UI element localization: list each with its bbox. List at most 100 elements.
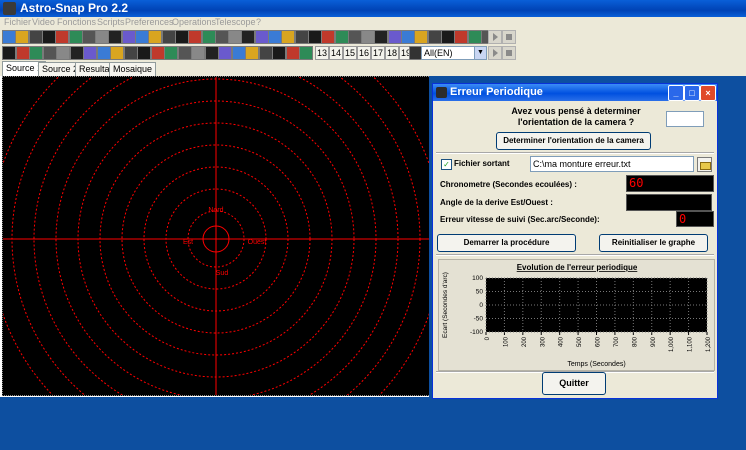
chevron-down-icon[interactable]: ▼ <box>474 46 487 60</box>
toolbar-tool-icon[interactable] <box>56 46 70 60</box>
reset-graph-button[interactable]: Reinitialiser le graphe <box>599 234 708 252</box>
toolbar-tool-icon[interactable] <box>414 30 429 44</box>
menu-telescope[interactable]: Telescope <box>215 17 256 27</box>
stop-button[interactable] <box>502 30 516 44</box>
play-button[interactable] <box>488 30 502 44</box>
toolbar-tool-icon[interactable] <box>69 46 84 60</box>
toolbar-tool-icon[interactable] <box>361 30 376 44</box>
toolbar-tool-icon[interactable] <box>137 46 151 60</box>
toolbar-tool-icon[interactable] <box>83 46 97 60</box>
toolbar-tool-icon[interactable] <box>135 30 149 44</box>
menu-help[interactable]: ? <box>256 17 261 27</box>
periodic-error-chart-panel: Evolution de l'erreur periodique 0 100 200 3… <box>438 259 715 371</box>
toolbar-tool-icon[interactable] <box>254 30 269 44</box>
output-file-field[interactable]: C:\ma monture erreur.txt <box>530 156 694 172</box>
toolbar-tool-icon[interactable] <box>15 46 30 60</box>
app-title-bar: Astro-Snap Pro 2.2 <box>0 0 746 17</box>
menu-operations[interactable]: Operations <box>172 17 216 27</box>
orientation-value-field[interactable] <box>666 111 704 127</box>
toolbar-tool-icon[interactable] <box>245 46 259 60</box>
toolbar-tool-icon[interactable] <box>164 46 178 60</box>
toolbar-button-14[interactable]: 14 <box>329 46 343 60</box>
toolbar-tool-icon[interactable] <box>2 30 16 44</box>
toolbar-tool-icon[interactable] <box>177 46 192 60</box>
toolbar-tool-icon[interactable] <box>285 46 300 60</box>
toolbar-tool-icon[interactable] <box>108 30 123 44</box>
y-axis-label: Ecart (Secondes d'arc) <box>442 272 449 338</box>
toolbar-tool-icon[interactable] <box>321 30 336 44</box>
toolbar-tool-icon[interactable] <box>161 30 176 44</box>
close-icon[interactable]: × <box>700 85 716 101</box>
toolbar-tool-icon[interactable] <box>218 46 232 60</box>
quit-button[interactable]: Quitter <box>542 372 606 395</box>
toolbar-tool-icon[interactable] <box>214 30 229 44</box>
menu-video[interactable]: Video <box>32 17 55 27</box>
toolbar-tool-icon[interactable] <box>334 30 349 44</box>
tab-mosaique[interactable]: Mosaique <box>109 62 157 76</box>
toolbar-tool-icon[interactable] <box>387 30 402 44</box>
stop-button[interactable] <box>502 46 516 60</box>
toolbar-tool-icon[interactable] <box>81 30 96 44</box>
toolbar-button-18[interactable]: 18 <box>385 46 399 60</box>
folder-open-icon[interactable] <box>697 157 712 172</box>
toolbar-tool-icon[interactable] <box>467 30 482 44</box>
maximize-icon[interactable]: □ <box>684 85 700 101</box>
toolbar-tool-icon[interactable] <box>241 30 256 44</box>
toolbar-tool-icon[interactable] <box>307 30 322 44</box>
toolbar-tool-icon[interactable] <box>299 46 313 60</box>
x-axis-label: Temps (Secondes) <box>567 361 625 368</box>
toolbar-tool-icon[interactable] <box>374 30 389 44</box>
toolbar-tool-icon[interactable] <box>55 30 70 44</box>
play-button[interactable] <box>488 46 502 60</box>
toolbar-tool-icon[interactable] <box>427 30 442 44</box>
menu-fonctions[interactable]: Fonctions <box>57 17 96 27</box>
toolbar-tool-icon[interactable] <box>258 46 273 60</box>
minimize-icon[interactable]: _ <box>668 85 684 101</box>
y-tick-label: 0 <box>479 302 483 309</box>
toolbar-tool-icon[interactable] <box>41 30 56 44</box>
toolbar-tool-icon[interactable] <box>95 30 110 44</box>
toolbar-button-17[interactable]: 17 <box>371 46 385 60</box>
toolbar-tool-icon[interactable] <box>188 30 203 44</box>
start-procedure-button[interactable]: Demarrer la procédure <box>437 234 576 252</box>
toolbar-tool-icon[interactable] <box>96 46 111 60</box>
toolbar-tool-icon[interactable] <box>121 30 136 44</box>
toolbar-tool-icon[interactable] <box>454 30 469 44</box>
determine-orientation-button[interactable]: Determiner l'orientation de la camera <box>496 132 651 150</box>
output-file-checkbox[interactable]: ✓ <box>441 159 452 170</box>
toolbar-tool-icon[interactable] <box>148 30 163 44</box>
toolbar-tool-icon[interactable] <box>201 30 216 44</box>
toolbar-row-2: 13 14 15 16 17 18 19 All(EN) ▼ <box>0 45 746 61</box>
menu-scripts[interactable]: Scripts <box>97 17 125 27</box>
toolbar-tool-icon[interactable] <box>204 46 219 60</box>
toolbar-button-13[interactable]: 13 <box>315 46 329 60</box>
toolbar-tool-icon[interactable] <box>150 46 165 60</box>
toolbar-tool-icon[interactable] <box>29 46 43 60</box>
toolbar-tool-icon[interactable] <box>110 46 124 60</box>
toolbar-tool-icon[interactable] <box>28 30 43 44</box>
menu-fichier[interactable]: Fichier <box>4 17 31 27</box>
toolbar-tool-icon[interactable] <box>15 30 30 44</box>
toolbar-tool-icon[interactable] <box>281 30 296 44</box>
toolbar-tool-icon[interactable] <box>42 46 57 60</box>
toolbar-tool-icon[interactable] <box>401 30 415 44</box>
toolbar-button-16[interactable]: 16 <box>357 46 371 60</box>
toolbar-tool-icon[interactable] <box>228 30 243 44</box>
toolbar-tool-icon[interactable] <box>231 46 246 60</box>
toolbar-tool-icon[interactable] <box>174 30 189 44</box>
toolbar-tool-icon[interactable] <box>440 30 455 44</box>
toolbar-tool-icon[interactable] <box>2 46 16 60</box>
toolbar-tool-icon[interactable] <box>272 46 286 60</box>
toolbar-tool-icon[interactable] <box>294 30 309 44</box>
menu-preferences[interactable]: Preferences <box>125 17 174 27</box>
toolbar-tool-icon[interactable] <box>347 30 362 44</box>
toolbar-tool-icon[interactable] <box>68 30 83 44</box>
image-view[interactable]: Nord Sud Est Ouest <box>2 76 431 396</box>
chart-title: Evolution de l'erreur periodique <box>517 263 638 272</box>
compass-east: Est <box>183 239 193 246</box>
toolbar-button-15[interactable]: 15 <box>343 46 357 60</box>
toolbar-tool-icon[interactable] <box>191 46 205 60</box>
toolbar-tool-icon[interactable] <box>123 46 138 60</box>
tracking-error-value: 0 <box>676 211 714 227</box>
toolbar-tool-icon[interactable] <box>268 30 282 44</box>
